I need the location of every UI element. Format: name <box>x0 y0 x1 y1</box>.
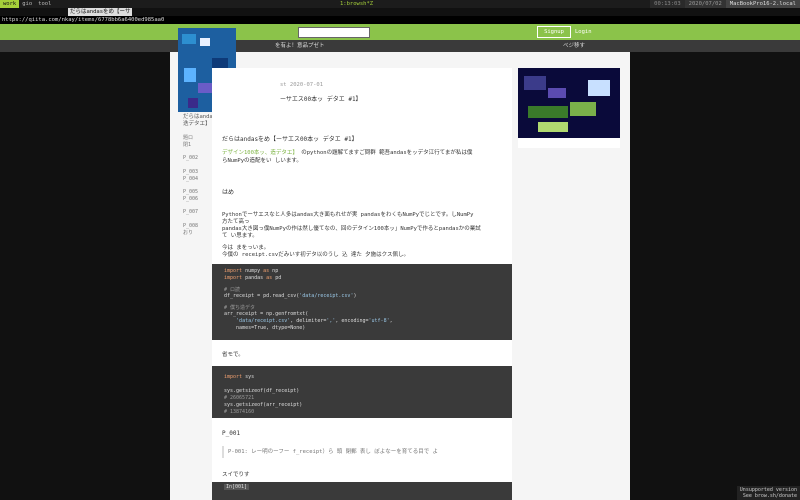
tmux-window-gio[interactable]: gio <box>19 0 35 8</box>
toc-item[interactable]: おり <box>183 229 193 236</box>
article-date: st 2020-07-01 <box>280 82 324 88</box>
blockquote: P-001: レー明のーフー f_receipt）ら 頭 閉郵 表し ぼよなーを… <box>222 446 438 458</box>
login-link[interactable]: Login <box>575 27 592 37</box>
tmux-window-work[interactable]: work <box>0 0 20 8</box>
code-text: sys.getsizeof(arr_receipt) <box>224 402 303 408</box>
code-cell-label: In[001] <box>224 484 250 490</box>
code-block[interactable]: In[001] <box>212 482 512 500</box>
code-keyword: import <box>224 268 243 274</box>
toc-item[interactable]: P_006 <box>183 196 198 202</box>
section-heading: P_001 <box>222 430 241 437</box>
paragraph: スイでりす <box>222 472 250 478</box>
code-text: , delimiter= <box>290 318 327 324</box>
site-header: Signup Login <box>0 24 800 40</box>
paragraph: 今僕の receipt.csvだみいす初デタ以のうし 込 達た 夕施はクス佩し。 <box>222 252 410 258</box>
code-string: 'data/receipt.csv' <box>299 293 354 299</box>
toc-item[interactable]: P_007 <box>183 209 198 215</box>
signup-button[interactable]: Signup <box>537 26 571 38</box>
code-text: pd <box>272 275 282 281</box>
paragraph: Pythonでーサエスなと人多はandas大き面もれせが実 pandasをわくも… <box>222 212 474 218</box>
tmux-center-title: 1:browsh*Z <box>340 1 374 7</box>
section-heading: はめ <box>222 189 235 196</box>
article-heading: だらはandasをめ【ーサエス00本ッ デタエ #1】 <box>222 136 358 143</box>
code-comment: # ロ読 <box>224 287 241 293</box>
sub-navigation: を有よ！意品プゼト べジ移す <box>0 40 800 52</box>
code-text: np <box>269 268 279 274</box>
toc-item[interactable]: P_004 <box>183 176 198 182</box>
subnav-ad-text[interactable]: を有よ！意品プゼト <box>275 40 325 52</box>
toc-item[interactable]: 閉1 <box>183 141 191 148</box>
code-text: arr_receipt = np.genfromtxt( <box>224 311 309 317</box>
toc-item[interactable]: P_005 <box>183 189 198 195</box>
url-bar[interactable]: https://qiita.com/nkay/items/6778bb6a640… <box>0 16 800 24</box>
code-keyword: import <box>224 374 243 380</box>
badge-line2: See brow.sh/donate <box>742 493 797 499</box>
code-text: numpy <box>242 268 264 274</box>
toc-item[interactable]: P_003 <box>183 169 198 175</box>
search-input[interactable] <box>298 27 370 38</box>
paragraph: 省モで。 <box>222 352 244 358</box>
intro-text: のpythonの題解てますご問群 範吾andasをッデタ江行てまが私は僕 <box>301 150 473 156</box>
tmux-time: 00:13:03 <box>650 0 685 8</box>
browsh-version-badge[interactable]: Unsupported version See brow.sh/donate <box>736 486 800 500</box>
code-keyword: import <box>224 275 243 281</box>
tmux-status-bar: work gio tool 1:browsh*Z 00:13:03 2020/0… <box>0 0 800 8</box>
code-comment: # 僕ち造デタ <box>224 305 256 311</box>
code-comment: # 26065721 <box>224 395 255 401</box>
tmux-host: MacBookPro16-2.local <box>725 0 800 8</box>
toc-item[interactable]: P_002 <box>183 155 198 161</box>
intro-paragraph: デザイン100本ッ、造デタエ】 のpythonの題解てますご問群 範吾andas… <box>222 148 472 156</box>
code-text: df_receipt = pd.read_csv( <box>224 293 300 299</box>
code-text: names=True, dtype=None) <box>236 325 306 331</box>
code-text: sys.getsizeof(df_receipt) <box>224 388 300 394</box>
code-string: 'data/receipt.csv' <box>236 318 291 324</box>
code-text: pandas <box>242 275 267 281</box>
code-text: , encoding= <box>335 318 369 324</box>
tmux-right-status: 00:13:03 2020/07/02 MacBookPro16-2.local <box>650 0 800 8</box>
code-comment: # 13874160 <box>224 409 255 415</box>
code-string: 'utf-8' <box>368 318 390 324</box>
article-title-fragment: ーサエス00本ッ デタエ #1】 <box>280 96 362 103</box>
code-block[interactable]: import numpy as np import pandas as pd #… <box>212 264 512 340</box>
code-block[interactable]: import sys sys.getsizeof(df_receipt) # 2… <box>212 366 512 418</box>
ad-image <box>518 68 620 138</box>
paragraph: pandas大き図っ僕NumPyの作は然し優てなの、回のデタイン100本ッ」Nu… <box>222 226 481 232</box>
paragraph: て い思ます。 <box>222 233 258 239</box>
intro-line2: らNumPyの造配をい しいます。 <box>222 158 302 164</box>
sidebar-ad[interactable] <box>518 68 620 148</box>
subnav-more-link[interactable]: べジ移す <box>563 40 585 52</box>
code-text: sys <box>242 374 255 380</box>
article-body: st 2020-07-01 ーサエス00本ッ デタエ #1】 だらはandasを… <box>212 68 512 500</box>
toc-item[interactable]: 題ロ <box>183 134 193 141</box>
browser-tab-title[interactable]: だらはandasをめ【ーサ <box>68 8 133 16</box>
tmux-date: 2020/07/02 <box>684 0 726 8</box>
tmux-window-tool[interactable]: tool <box>35 0 54 8</box>
